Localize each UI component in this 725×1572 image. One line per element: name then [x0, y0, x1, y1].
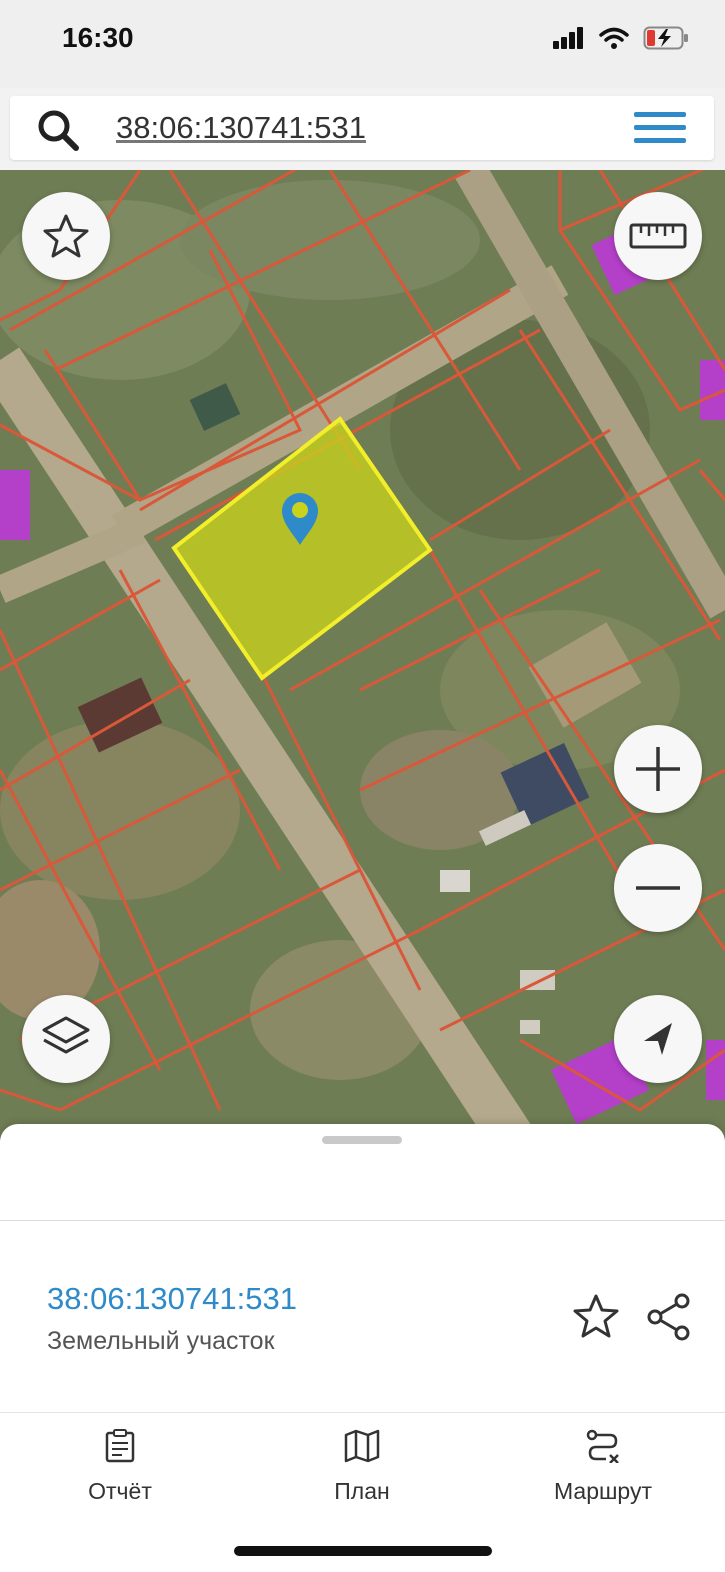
nav-route[interactable]: Маршрут [538, 1429, 668, 1505]
share-icon[interactable] [646, 1293, 692, 1341]
parcel-cadastral-number[interactable]: 38:06:130741:531 [47, 1281, 297, 1317]
zoom-in-icon [636, 747, 680, 791]
satellite-map[interactable] [0, 170, 725, 1140]
zoom-out-button[interactable] [614, 844, 702, 932]
ruler-button[interactable] [614, 192, 702, 280]
nav-report[interactable]: Отчёт [60, 1429, 180, 1505]
search-bar[interactable]: 38:06:130741:531 [10, 96, 714, 160]
nav-report-label: Отчёт [88, 1478, 152, 1504]
map-icon [344, 1429, 380, 1463]
wifi-icon [599, 27, 629, 49]
battery-charging-icon [643, 26, 688, 50]
ruler-icon [629, 223, 687, 249]
my-location-button[interactable] [614, 995, 702, 1083]
status-bar: 16:30 [0, 0, 725, 88]
search-input[interactable]: 38:06:130741:531 [116, 110, 366, 146]
zoom-out-icon [636, 886, 680, 890]
map-view[interactable] [0, 170, 725, 1140]
report-icon [105, 1429, 135, 1463]
status-time: 16:30 [62, 22, 134, 53]
route-icon [586, 1429, 619, 1464]
menu-icon[interactable] [634, 110, 686, 146]
status-icons [553, 26, 689, 50]
bottom-nav: Отчёт План Маршрут [0, 1412, 725, 1572]
bottom-sheet: 38:06:130741:531 Земельный участок Отчёт [0, 1124, 725, 1572]
parcel-info: 38:06:130741:531 Земельный участок [0, 1221, 725, 1411]
sheet-drag-handle[interactable] [322, 1136, 402, 1144]
star-icon[interactable] [572, 1293, 620, 1339]
parcel-type-label: Земельный участок [47, 1327, 275, 1355]
home-indicator [234, 1546, 492, 1556]
location-arrow-icon [644, 1023, 672, 1055]
zoom-in-button[interactable] [614, 725, 702, 813]
nav-plan-label: План [334, 1478, 390, 1504]
nav-plan[interactable]: План [302, 1429, 422, 1505]
layers-icon [42, 1016, 90, 1054]
star-icon [43, 214, 89, 258]
nav-route-label: Маршрут [553, 1478, 653, 1504]
layers-button[interactable] [22, 995, 110, 1083]
signal-icon [553, 27, 583, 49]
favorite-map-button[interactable] [22, 192, 110, 280]
search-icon[interactable] [36, 108, 82, 152]
